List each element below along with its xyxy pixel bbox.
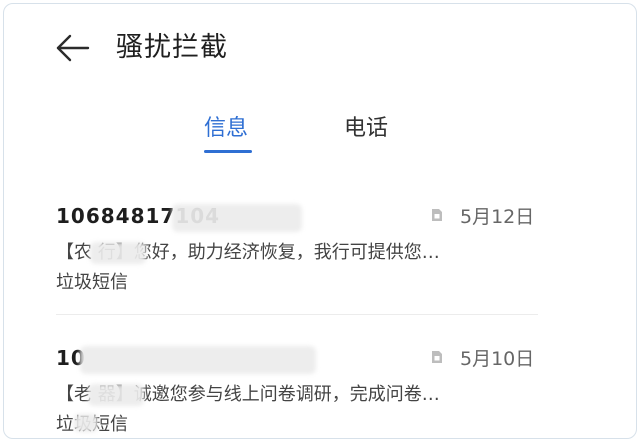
list-item[interactable]: 10684817104 5月12日 【农 行】您好，助力经济恢复，我行可提供您…… <box>4 194 636 304</box>
tab-bar: 信息 电话 <box>4 112 636 158</box>
app-frame: 骚扰拦截 信息 电话 10684817104 5月12日 【农 行】您好，助力经… <box>3 3 637 439</box>
back-arrow-icon <box>56 34 90 62</box>
back-button[interactable] <box>52 30 92 66</box>
list-divider <box>56 314 538 315</box>
tab-calls[interactable]: 电话 <box>344 112 388 146</box>
privacy-blur <box>80 346 316 374</box>
active-tab-indicator <box>204 150 252 153</box>
message-category: 垃圾短信 <box>56 272 128 293</box>
message-date: 5月10日 <box>460 348 535 370</box>
privacy-blur <box>74 414 98 432</box>
header: 骚扰拦截 <box>4 4 636 92</box>
page-title: 骚扰拦截 <box>116 32 228 63</box>
sim-card-icon <box>432 351 442 363</box>
message-date: 5月12日 <box>460 206 535 228</box>
tab-messages[interactable]: 信息 <box>204 112 248 146</box>
sim-card-icon <box>432 209 442 221</box>
privacy-blur <box>88 384 144 406</box>
privacy-blur <box>90 242 146 264</box>
privacy-blur <box>172 204 302 232</box>
list-item[interactable]: 10 5月10日 【老 器】诚邀您参与线上问卷调研，完成问卷… 垃圾短信 <box>4 336 636 438</box>
